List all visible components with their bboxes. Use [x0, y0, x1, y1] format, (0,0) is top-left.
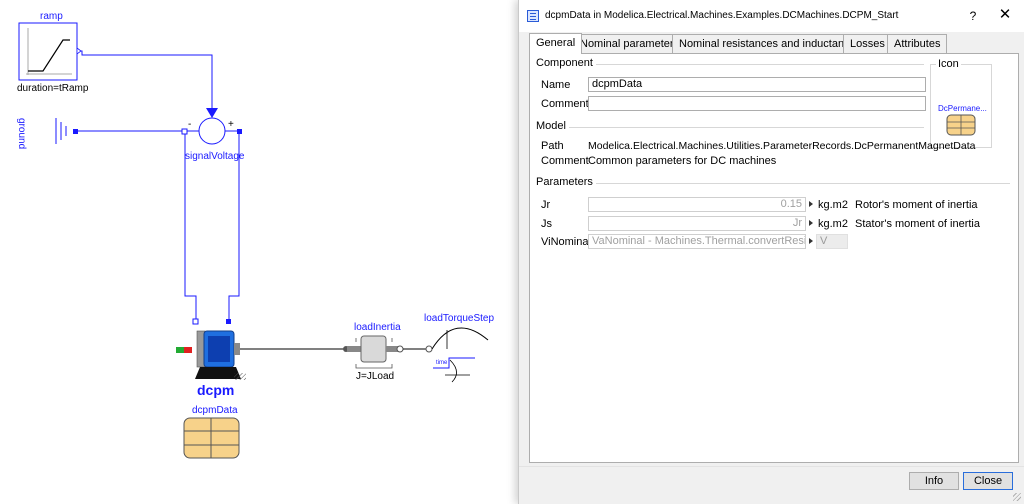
time-label: time: [436, 360, 448, 366]
icon-preview-name: DcPermane...: [938, 104, 987, 113]
close-button[interactable]: Close: [963, 472, 1013, 490]
parameters-group-line: [538, 183, 1010, 184]
model-group-line: [538, 127, 924, 128]
param-js-unit: kg.m2: [818, 218, 848, 230]
signal-input-arrow: [206, 108, 218, 118]
plus-sign: +: [228, 119, 234, 130]
param-js-desc: Stator's moment of inertia: [855, 218, 980, 230]
ramp-param-label: duration=tRamp: [17, 83, 89, 94]
param-jr-menu-arrow[interactable]: [809, 201, 813, 207]
tab-losses[interactable]: Losses: [843, 34, 892, 53]
dcpm-motor[interactable]: [176, 330, 246, 380]
name-label: Name: [541, 79, 571, 91]
load-inertia-label: loadInertia: [354, 322, 401, 333]
load-torque-step-block[interactable]: [425, 327, 489, 383]
ground-block[interactable]: [55, 118, 78, 144]
parameter-dialog: dcpmData in Modelica.Electrical.Machines…: [518, 0, 1024, 504]
tab-attributes[interactable]: Attributes: [887, 34, 948, 53]
param-vinominal-unit[interactable]: V: [816, 234, 848, 249]
ramp-block[interactable]: [18, 22, 78, 81]
param-jr-unit: kg.m2: [818, 199, 848, 211]
info-button[interactable]: Info: [909, 472, 959, 490]
tab-nominal-resistances[interactable]: Nominal resistances and inductances: [672, 34, 869, 53]
window-icon: [527, 10, 539, 22]
param-vinominal-field[interactable]: VaNominal - Machines.Thermal.convertResi…: [588, 234, 806, 249]
footer-divider: [519, 466, 1024, 467]
general-tab-panel: Component Name dcpmData Comment Icon DcP…: [529, 53, 1019, 463]
record-preview-icon: [946, 114, 976, 136]
load-inertia-block[interactable]: [347, 335, 404, 369]
comment-label: Comment: [541, 98, 589, 110]
model-group-title: Model: [536, 120, 569, 132]
close-icon[interactable]: ✕: [997, 7, 1013, 23]
comment-field[interactable]: [588, 96, 926, 111]
parameters-group-title: Parameters: [536, 176, 596, 188]
ground-label: ground: [16, 118, 27, 150]
resize-grip[interactable]: [1013, 493, 1021, 501]
param-js-menu-arrow[interactable]: [809, 220, 813, 226]
minus-sign: -: [188, 119, 192, 130]
param-js-name: Js: [541, 218, 552, 230]
component-group-title: Component: [536, 57, 596, 69]
param-vinominal-name: ViNominal: [541, 236, 591, 248]
param-jr-field[interactable]: 0.15: [588, 197, 806, 212]
diagram-svg: [18, 22, 489, 459]
ramp-label: ramp: [40, 11, 63, 22]
dialog-titlebar[interactable]: dcpmData in Modelica.Electrical.Machines…: [519, 0, 1024, 32]
path-label: Path: [541, 140, 564, 152]
model-comment-label: Comment: [541, 155, 589, 167]
name-field[interactable]: dcpmData: [588, 77, 926, 92]
help-button[interactable]: ?: [965, 8, 981, 24]
dialog-title: dcpmData in Modelica.Electrical.Machines…: [545, 10, 899, 21]
param-jr-name: Jr: [541, 199, 551, 211]
dcpm-data-record[interactable]: [183, 417, 240, 459]
load-param-label: J=JLoad: [356, 371, 395, 382]
diagram-canvas[interactable]: ramp duration=tRamp ground - + signalVol…: [0, 0, 510, 504]
param-js-field[interactable]: Jr: [588, 216, 806, 231]
dcpm-label: dcpm: [197, 382, 235, 398]
icon-group-title: Icon: [936, 58, 961, 70]
tab-nominal-parameters[interactable]: Nominal parameters: [573, 34, 687, 53]
dcpm-data-label: dcpmData: [192, 405, 238, 416]
path-value: Modelica.Electrical.Machines.Utilities.P…: [588, 140, 976, 152]
signal-voltage-label: signalVoltage: [185, 151, 245, 162]
load-torque-step-label: loadTorqueStep: [424, 313, 495, 324]
tab-bar: General Nominal parameters Nominal resis…: [529, 33, 1019, 54]
ramp-output-wire: [77, 50, 213, 108]
model-comment-value: Common parameters for DC machines: [588, 155, 777, 167]
component-group-line: [538, 64, 924, 65]
ramp-output-port: [76, 47, 82, 55]
param-vinominal-menu-arrow[interactable]: [809, 238, 813, 244]
param-jr-desc: Rotor's moment of inertia: [855, 199, 978, 211]
tab-general[interactable]: General: [529, 33, 583, 54]
